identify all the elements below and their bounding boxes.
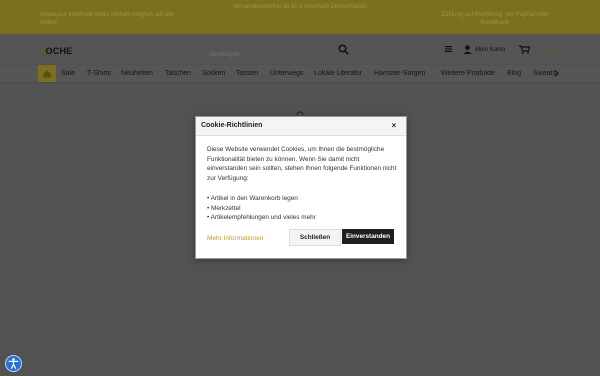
cookie-feature-list: Artikel in den Warenkorb legen Merkzette… [207, 194, 399, 223]
list-item: Artikel in den Warenkorb legen [207, 194, 399, 204]
close-button[interactable]: Schließen [289, 229, 341, 246]
nav-home[interactable] [38, 65, 56, 82]
nav-item-unterwegs[interactable]: Unterwegs [270, 65, 303, 82]
account-link[interactable]: Mein Konto [475, 47, 505, 53]
nav-item-socken[interactable]: Socken [202, 65, 225, 82]
promo-bar: Umtausch innerhalb eines Monats möglich … [0, 0, 600, 34]
nav-item-blog[interactable]: Blog [507, 65, 521, 82]
close-icon[interactable]: × [388, 121, 400, 131]
cookie-dialog-title: Cookie-Richtlinien [201, 122, 263, 129]
accessibility-button[interactable] [5, 355, 22, 372]
accessibility-icon [8, 358, 19, 369]
list-item: Artikelempfehlungen und vieles mehr [207, 213, 399, 223]
main-navigation: Sale T-Shirts Neuheiten Taschen Socken T… [0, 65, 600, 83]
promo-text-left: Umtausch innerhalb eines Monats möglich … [40, 12, 175, 26]
promo-text-right: Zahlung auf Rechnung, per PayPal oder Kr… [441, 12, 549, 26]
search-input[interactable] [209, 48, 329, 62]
logo[interactable]: ♥OCHE [40, 46, 72, 56]
list-item: Merkzettel [207, 204, 399, 214]
user-icon[interactable] [463, 45, 472, 54]
nav-item-tassen[interactable]: Tassen [236, 65, 258, 82]
more-info-link[interactable]: Mehr Informationen [207, 235, 263, 242]
cookie-dialog-header: Cookie-Richtlinien × [196, 117, 406, 136]
accept-button[interactable]: Einverstanden [342, 229, 394, 244]
nav-item-lokale-literatur[interactable]: Lokale Literatur [314, 65, 362, 82]
promo-text-center: Versandkostenfrei ab 50 € innerhalb Deut… [232, 4, 368, 10]
nav-item-taschen[interactable]: Taschen [165, 65, 191, 82]
nav-item-neuheiten[interactable]: Neuheiten [121, 65, 153, 82]
cart-amount[interactable]: 0,00 € [537, 47, 554, 53]
nav-item-sale[interactable]: Sale [61, 65, 75, 82]
nav-item-sweats[interactable]: Sweats [533, 65, 556, 82]
search-icon[interactable] [338, 44, 349, 55]
cookie-dialog-text: Diese Website verwendet Cookies, um Ihne… [207, 146, 397, 182]
cookie-dialog: Cookie-Richtlinien × Diese Website verwe… [195, 116, 407, 259]
menu-icon[interactable] [445, 46, 452, 52]
nav-item-tshirts[interactable]: T-Shirts [87, 65, 111, 82]
chevron-right-icon[interactable] [554, 70, 559, 77]
home-icon [43, 70, 51, 78]
nav-item-hamster-sorgen[interactable]: Hamster-Sorgen [374, 65, 425, 82]
cart-icon[interactable] [519, 45, 530, 54]
search-bar [209, 43, 354, 62]
nav-item-weitere-produkte[interactable]: Weitere Produkte [441, 65, 495, 82]
logo-text: OCHE [45, 46, 73, 56]
